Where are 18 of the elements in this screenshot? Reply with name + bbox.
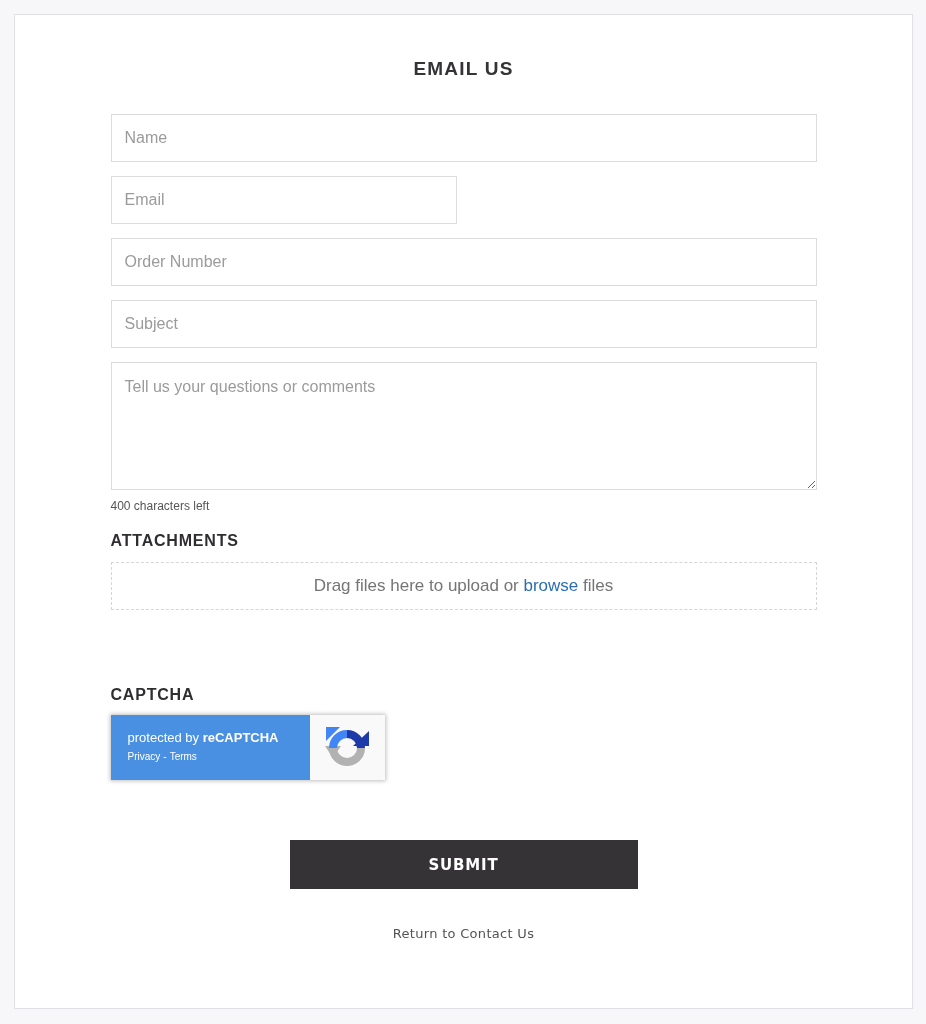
attachments-heading: ATTACHMENTS	[110, 531, 239, 551]
file-dropzone[interactable]: Drag files here to upload or browse files	[110, 562, 817, 610]
upload-instructions: Drag files here to upload or browse files	[313, 576, 614, 596]
separator-text: -	[163, 751, 167, 763]
protection-text: protected by reCAPTCHA	[127, 730, 279, 745]
policy-link[interactable]: Terms	[169, 751, 197, 763]
input-field[interactable]: Subject	[110, 300, 817, 348]
character-counter: 400 characters left	[110, 498, 210, 514]
textarea-field[interactable]: Tell us your questions or comments	[110, 362, 817, 490]
captcha-heading: CAPTCHA	[110, 685, 195, 705]
page-heading: EMAIL US	[413, 57, 514, 81]
policy-link[interactable]: Privacy	[127, 751, 161, 763]
input-field[interactable]: Name	[110, 114, 817, 162]
browse-link[interactable]: browse	[523, 576, 579, 595]
input-field[interactable]: Email	[110, 176, 457, 224]
submit-button[interactable]: SUBMIT	[289, 840, 638, 889]
return-link[interactable]: Return to Contact Us	[392, 925, 535, 943]
input-field[interactable]: Order Number	[110, 238, 817, 286]
